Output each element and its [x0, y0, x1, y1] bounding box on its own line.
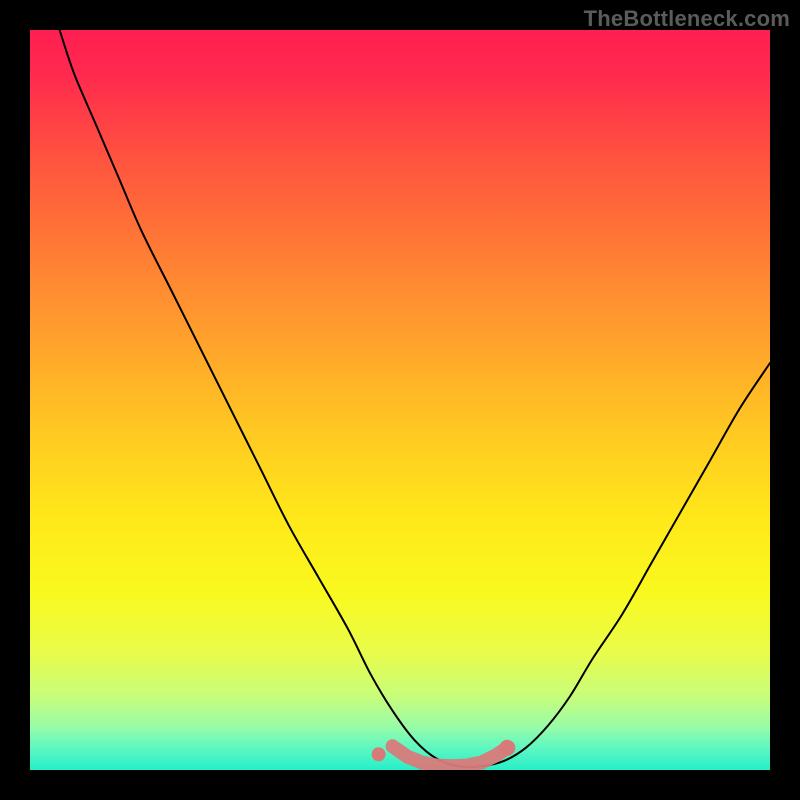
heat-gradient-background — [30, 30, 770, 770]
bottleneck-chart — [30, 30, 770, 770]
watermark-text: TheBottleneck.com — [584, 6, 790, 32]
chart-frame: TheBottleneck.com — [0, 0, 800, 800]
